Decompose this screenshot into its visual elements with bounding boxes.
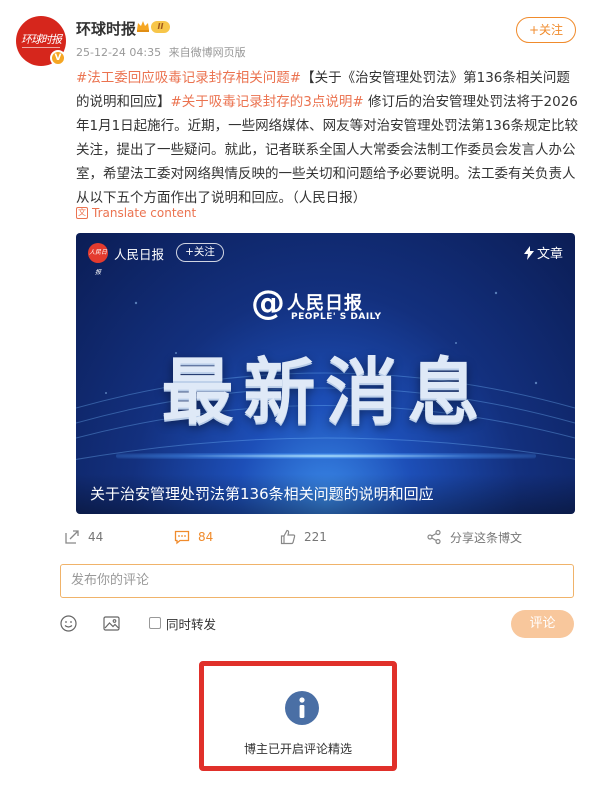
- avatar-logo-text: 环球时报: [21, 33, 62, 46]
- post-text-2: 修订后的治安管理处罚法将于2026年1月1日起施行。近期，一些网络媒体、网友等对…: [76, 94, 578, 206]
- notice-text: 博主已开启评论精选: [243, 742, 352, 756]
- share-icon: [427, 529, 441, 545]
- submit-comment-button[interactable]: 评论: [511, 610, 574, 638]
- translate-label: Translate content: [92, 206, 197, 220]
- post-source: 微博网页版: [190, 46, 246, 59]
- thumbs-up-icon: [280, 529, 296, 545]
- share-button[interactable]: 分享这条博文: [426, 525, 522, 549]
- info-icon: [285, 691, 319, 725]
- brand-english-name: PEOPLE' S DAILY: [291, 312, 382, 322]
- topic-link-2[interactable]: #关于吸毒记录封存的3点说明#: [171, 94, 364, 110]
- share-label: 分享这条博文: [450, 530, 523, 545]
- topic-link-1[interactable]: #法工委回应吸毒记录封存相关问题#: [76, 70, 301, 86]
- comment-button[interactable]: 84: [174, 525, 213, 549]
- card-light-glow: [116, 453, 536, 459]
- image-icon[interactable]: [103, 615, 120, 632]
- forward-icon: [65, 530, 79, 544]
- article-card[interactable]: 人民日报 人民日报 +关注 文章 @ 人民日报 PEOPLE' S DAILY …: [76, 233, 575, 514]
- post-text: #法工委回应吸毒记录封存相关问题#【关于《治安管理处罚法》第136条相关问题的说…: [76, 66, 580, 210]
- comment-count: 84: [198, 530, 214, 544]
- author-name[interactable]: 环球时报: [76, 18, 136, 39]
- card-headline-graphic: 最新消息: [161, 350, 490, 434]
- level-badge: II: [151, 21, 170, 33]
- repost-checkbox[interactable]: [149, 617, 161, 629]
- card-type-label: 文章: [536, 247, 563, 262]
- like-button[interactable]: 221: [280, 525, 327, 549]
- emoji-icon[interactable]: [60, 615, 77, 632]
- forward-button[interactable]: 44: [64, 525, 103, 549]
- post-source-prefix: 来自: [168, 46, 191, 59]
- card-source-name[interactable]: 人民日报: [114, 244, 164, 263]
- repost-label[interactable]: 同时转发: [166, 614, 216, 633]
- lightning-icon: [523, 245, 534, 260]
- post-timestamp[interactable]: 25-12-24 04:35: [76, 46, 161, 59]
- crown-icon: [137, 21, 149, 32]
- forward-count: 44: [88, 530, 104, 544]
- card-source-avatar[interactable]: 人民日报: [88, 243, 108, 276]
- brand-at-symbol: @: [251, 283, 285, 323]
- translate-icon: 文: [76, 207, 88, 219]
- comments-curated-notice: 博主已开启评论精选: [199, 661, 397, 771]
- peoples-daily-logo: @ 人民日报 PEOPLE' S DAILY: [251, 283, 411, 327]
- like-count: 221: [304, 530, 327, 544]
- card-caption[interactable]: 关于治安管理处罚法第136条相关问题的说明和回应: [76, 474, 575, 514]
- card-follow-button[interactable]: +关注: [176, 243, 224, 262]
- post-meta: 25-12-24 04:35 来自微博网页版: [76, 44, 250, 60]
- action-bar: 44 84 221 分享这条博文: [0, 525, 599, 549]
- comment-toolbar: 同时转发 评论: [0, 610, 599, 638]
- card-type: 文章: [523, 243, 563, 262]
- comment-input[interactable]: 发布你的评论: [60, 564, 574, 598]
- translate-link[interactable]: 文 Translate content: [76, 206, 196, 220]
- comment-icon: [174, 530, 190, 545]
- follow-button[interactable]: +关注: [516, 17, 576, 43]
- verified-icon: V: [50, 50, 66, 66]
